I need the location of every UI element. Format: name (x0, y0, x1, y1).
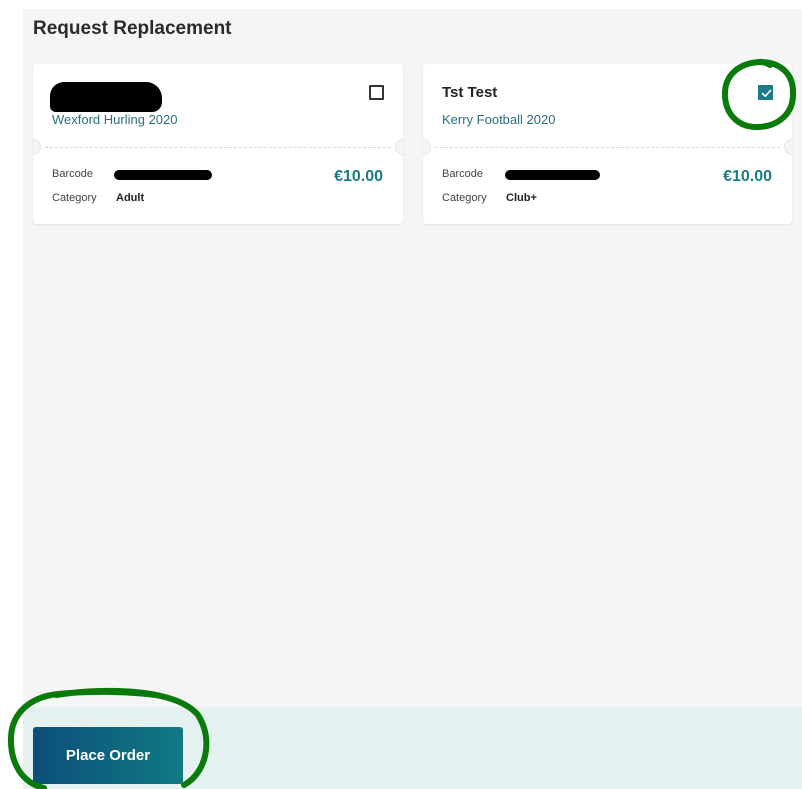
card-notch-left (423, 139, 431, 155)
membership-name: Wexford Hurling 2020 (52, 112, 178, 127)
category-label: Category (52, 192, 97, 204)
card-divider (45, 147, 391, 148)
check-icon (761, 89, 772, 97)
ticket-card-wexford[interactable]: Wexford Hurling 2020 Barcode Category Ad… (33, 64, 403, 224)
ticket-price: €10.00 (723, 168, 772, 185)
page: Request Replacement Wexford Hurling 2020… (0, 0, 802, 789)
category-value: Club+ (506, 192, 537, 204)
category-value: Adult (116, 192, 145, 204)
barcode-label: Barcode (442, 168, 483, 180)
ticket-price: €10.00 (334, 168, 383, 185)
page-title: Request Replacement (33, 18, 232, 39)
redacted-barcode (505, 170, 600, 180)
membership-name: Kerry Football 2020 (442, 112, 556, 127)
select-checkbox-checked[interactable] (758, 85, 773, 100)
card-notch-left (33, 139, 41, 155)
card-notch-right (395, 139, 403, 155)
card-divider (435, 147, 780, 148)
category-label: Category (442, 192, 487, 204)
redacted-barcode (114, 170, 212, 180)
ticket-card-kerry[interactable]: Tst Test Kerry Football 2020 Barcode Cat… (423, 64, 792, 224)
barcode-label: Barcode (52, 168, 93, 180)
redacted-holder-name (50, 82, 162, 112)
card-notch-right (784, 139, 792, 155)
select-checkbox[interactable] (369, 85, 384, 100)
place-order-button[interactable]: Place Order (33, 727, 183, 784)
holder-name: Tst Test (442, 84, 498, 101)
